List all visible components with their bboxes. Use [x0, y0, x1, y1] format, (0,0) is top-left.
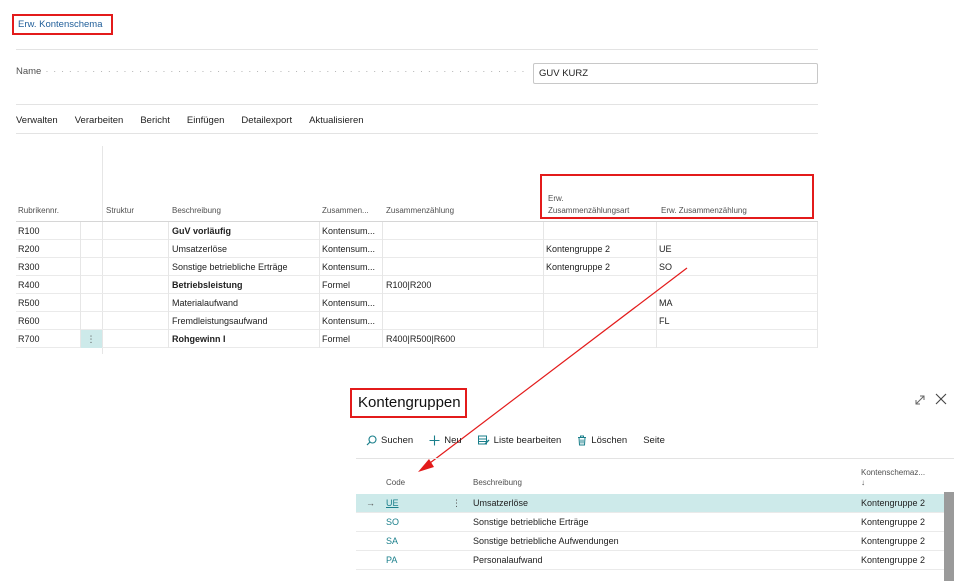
- edit-list-icon: [477, 435, 490, 444]
- row-actions-menu-icon[interactable]: ⋮: [452, 494, 461, 513]
- subpage-title: Kontengruppen: [350, 388, 467, 418]
- close-icon[interactable]: [935, 393, 947, 405]
- edit-list-button[interactable]: Liste bearbeiten: [477, 434, 562, 446]
- edit-list-label: Liste bearbeiten: [493, 434, 562, 446]
- trash-icon: [578, 435, 587, 445]
- cell-beschreibung[interactable]: Sonstige betriebliche Erträge: [473, 513, 589, 532]
- table-row[interactable]: SA Sonstige betriebliche Aufwendungen Ko…: [356, 532, 944, 551]
- new-button[interactable]: Neu: [429, 434, 462, 446]
- cell-kontenschema[interactable]: Kontengruppe 2: [861, 532, 925, 551]
- cell-code-link[interactable]: SO: [386, 513, 399, 532]
- cell-code-link[interactable]: SA: [386, 532, 398, 551]
- divider: [356, 458, 954, 459]
- cell-kontenschema[interactable]: Kontengruppe 2: [861, 494, 925, 513]
- cell-kontenschema[interactable]: Kontengruppe 2: [861, 513, 925, 532]
- cell-kontenschema[interactable]: Kontengruppe 2: [861, 551, 925, 570]
- search-label: Suchen: [381, 434, 414, 446]
- cell-beschreibung[interactable]: Umsatzerlöse: [473, 494, 528, 513]
- cell-code-link[interactable]: UE: [386, 494, 399, 513]
- plus-icon: [429, 435, 440, 445]
- new-label: Neu: [444, 434, 462, 446]
- page-menu-button[interactable]: Seite: [643, 435, 665, 446]
- search-icon: [366, 434, 377, 445]
- delete-label: Löschen: [591, 434, 628, 446]
- expand-icon[interactable]: [914, 394, 926, 406]
- cell-beschreibung[interactable]: Sonstige betriebliche Aufwendungen: [473, 532, 619, 551]
- cell-code-link[interactable]: PA: [386, 551, 397, 570]
- table-row[interactable]: SO Sonstige betriebliche Erträge Konteng…: [356, 513, 944, 532]
- cell-beschreibung[interactable]: Personalaufwand: [473, 551, 543, 570]
- sort-descending-icon: ↓: [861, 478, 865, 487]
- vertical-scrollbar[interactable]: [944, 492, 954, 581]
- header-kontenschema[interactable]: Kontenschemaz...: [861, 468, 925, 478]
- kontengruppen-table: Code Beschreibung Kontenschemaz... ↓ → U…: [356, 458, 954, 581]
- search-button[interactable]: Suchen: [366, 435, 413, 446]
- header-beschreibung[interactable]: Beschreibung: [473, 478, 522, 488]
- subpage-toolbar: Suchen Neu Liste bearbeiten Löschen Seit…: [366, 432, 681, 448]
- header-code[interactable]: Code: [386, 478, 405, 488]
- table-row[interactable]: → UE ⋮ Umsatzerlöse Kontengruppe 2: [356, 494, 944, 513]
- delete-button[interactable]: Löschen: [577, 435, 627, 446]
- current-row-arrow-icon: →: [366, 498, 375, 508]
- table-row[interactable]: PA Personalaufwand Kontengruppe 2: [356, 551, 944, 570]
- page-label: Seite: [643, 434, 665, 446]
